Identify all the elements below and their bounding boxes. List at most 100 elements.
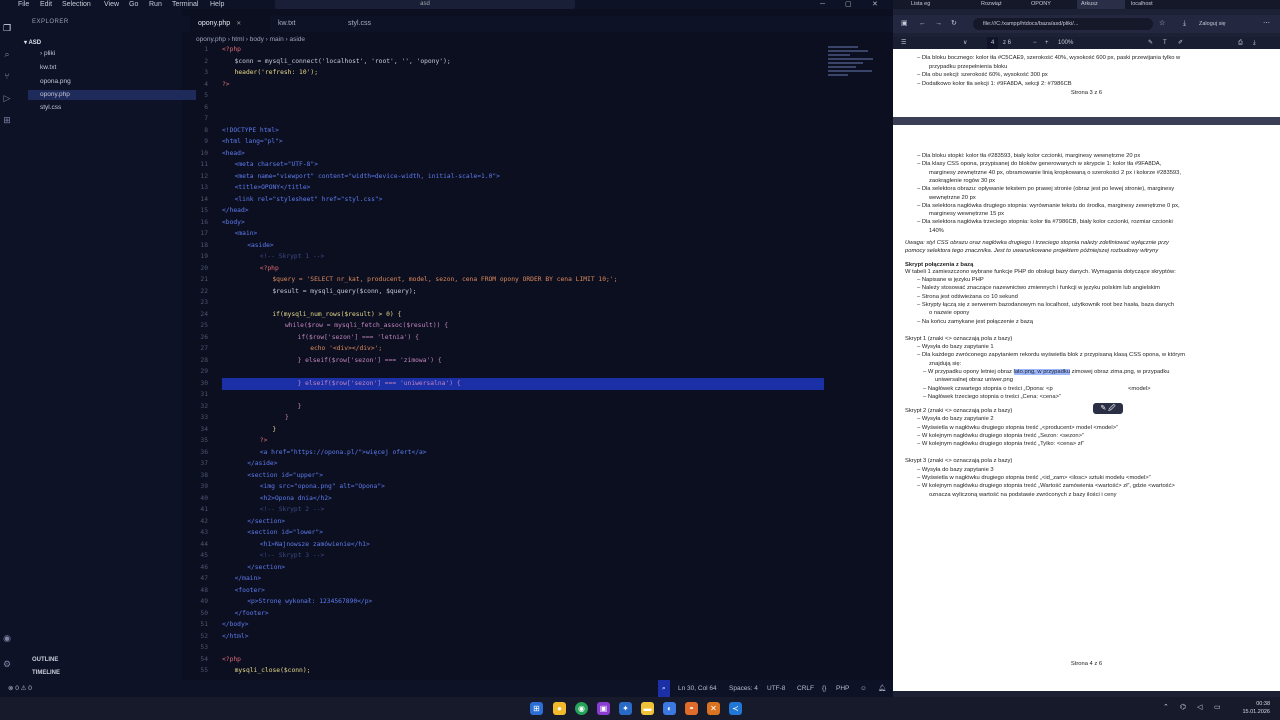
line-number: 11 — [200, 161, 208, 168]
menu-item-terminal[interactable]: Terminal — [172, 0, 198, 9]
activity-bar: ❐ ⌕ ⑂ ▷ ⊞ ◉ ⚙ — [0, 9, 14, 697]
network-icon[interactable]: ⌬ — [1180, 703, 1186, 711]
highlighted-text[interactable]: lato.png, w przypadku — [1013, 369, 1070, 375]
minimize-button[interactable]: ─ — [820, 0, 825, 9]
breadcrumb-item[interactable]: body — [250, 36, 264, 43]
windows-start-icon[interactable]: ⊞ — [530, 702, 543, 715]
menu-item-go[interactable]: Go — [129, 0, 138, 9]
save-icon[interactable]: ⤓ — [1253, 37, 1256, 49]
file-pliki[interactable]: › pliki — [40, 49, 180, 59]
gear-icon[interactable]: ⚙ — [2, 659, 12, 669]
breadcrumb-item[interactable]: aside — [290, 36, 306, 43]
eol-status[interactable]: CRLF — [797, 680, 814, 697]
login-button[interactable]: Zaloguj się — [1199, 18, 1226, 30]
extensions-icon[interactable]: ⊞ — [2, 115, 12, 125]
breadcrumb-item[interactable]: main — [270, 36, 284, 43]
star-icon[interactable]: ☆ — [1159, 18, 1165, 30]
indentation-status[interactable]: Spaces: 4 — [729, 680, 758, 697]
chevron-up-icon[interactable]: ⌃ — [1163, 703, 1169, 711]
browser-tab[interactable]: localhost — [1127, 0, 1175, 9]
close-button[interactable]: ✕ — [872, 0, 878, 9]
line-number: 9 — [204, 138, 208, 145]
volume-icon[interactable]: ◁ — [1197, 703, 1202, 711]
print-icon[interactable]: ⎙ — [1238, 37, 1243, 49]
code-line: </section> — [247, 563, 286, 571]
encoding-status[interactable]: UTF-8 — [767, 680, 785, 697]
clock[interactable]: 00:38 15.01.2026 — [1242, 700, 1270, 716]
teams-icon[interactable]: ▣ — [597, 702, 610, 715]
app-icon[interactable]: ✦ — [619, 702, 632, 715]
zoom-out-icon[interactable]: − — [1033, 37, 1037, 49]
chrome-icon[interactable]: ● — [553, 702, 566, 715]
battery-icon[interactable]: ▭ — [1214, 703, 1221, 711]
page-number-input[interactable]: 4 — [987, 37, 999, 49]
maximize-button[interactable]: ▢ — [845, 0, 852, 9]
tab-kw-txt[interactable]: kw.txt — [270, 16, 340, 32]
menu-item-help[interactable]: Help — [210, 0, 224, 9]
prev-page-icon[interactable]: ∨ — [963, 37, 967, 49]
file-kw-txt[interactable]: kw.txt — [40, 63, 180, 73]
search-icon[interactable]: ⌕ — [658, 680, 670, 697]
address-bar[interactable]: file:///C:/xampp/htdocs/baza/asd/pliki/.… — [973, 18, 1153, 30]
spotify-icon[interactable]: ◉ — [575, 702, 588, 715]
tab-opony-php[interactable]: opony.php ✕ — [190, 16, 270, 32]
account-icon[interactable]: ◉ — [2, 633, 12, 643]
code-line: while($row = mysqli_fetch_assoc($result)… — [285, 322, 449, 329]
feedback-icon[interactable]: ☺ — [860, 680, 867, 697]
menu-item-edit[interactable]: Edit — [40, 0, 52, 9]
cursor-position[interactable]: Ln 30, Col 64 — [678, 680, 717, 697]
breadcrumb-item[interactable]: opony.php — [196, 36, 226, 43]
firefox-icon[interactable]: ◓ — [685, 702, 698, 715]
text-icon[interactable]: T — [1163, 37, 1167, 49]
zoom-level[interactable]: 100% — [1058, 37, 1073, 49]
menu-item-file[interactable]: File — [18, 0, 29, 9]
code-editor[interactable]: 1 <?php 2 $conn = mysqli_connect('localhost… — [182, 44, 893, 680]
vscode-icon[interactable]: ≺ — [729, 702, 742, 715]
highlight-icon[interactable]: ✐ — [1178, 37, 1183, 49]
browser-tab[interactable]: Lista eg — [907, 0, 955, 9]
draw-icon[interactable]: ✎ — [1148, 37, 1153, 49]
pdf-page-4: – Dla bloku stopki: kolor tła #283593, b… — [893, 125, 1280, 691]
run-debug-icon[interactable]: ▷ — [2, 93, 12, 103]
browser-tab[interactable]: Arkusz — [1077, 0, 1125, 9]
menu-item-view[interactable]: View — [104, 0, 119, 9]
source-control-icon[interactable]: ⑂ — [2, 71, 12, 81]
minimap[interactable] — [828, 44, 878, 104]
file-opony-php[interactable]: opony.php — [28, 90, 196, 100]
zoom-in-icon[interactable]: + — [1045, 37, 1049, 49]
language-mode[interactable]: PHP — [836, 680, 849, 697]
menu-icon[interactable]: ⋯ — [1263, 18, 1270, 30]
timeline-section[interactable]: TIMELINE — [32, 670, 60, 676]
pdf-text-line: – W kolejnym nagłówku drugiego stopnia t… — [917, 432, 1084, 439]
file-styl-css[interactable]: styl.css — [40, 103, 180, 113]
file-opona-png[interactable]: opona.png — [40, 77, 180, 87]
close-icon[interactable]: ✕ — [236, 21, 241, 27]
browser-tab[interactable]: OPONY — [1027, 0, 1075, 9]
bell-icon[interactable]: 🔔︎ — [878, 680, 886, 697]
browser-tab[interactable]: Rozwiąż — [977, 0, 1025, 9]
outline-section[interactable]: OUTLINE — [32, 657, 58, 663]
tabs-icon[interactable]: ▣ — [901, 18, 908, 30]
download-icon[interactable]: ⤓ — [1183, 18, 1186, 30]
problems-status[interactable]: ⊗ 0 ⚠ 0 — [8, 680, 32, 697]
line-number: 38 — [200, 471, 208, 479]
menu-item-run[interactable]: Run — [149, 0, 162, 9]
folder-asd[interactable]: ▾ ASD — [24, 39, 41, 46]
command-center-search[interactable]: asd — [275, 0, 575, 9]
pdf-text-line: – Należy stosować znaczące nazewnictwo z… — [917, 285, 1160, 292]
explorer-icon[interactable]: ❐ — [2, 23, 12, 33]
search-icon[interactable]: ⌕ — [2, 49, 12, 59]
sidebar-toggle-icon[interactable]: ☰ — [901, 37, 906, 49]
pdf-text-line: zaokrąglenie rogów 30 px — [929, 177, 996, 184]
forward-icon[interactable]: → — [935, 18, 942, 30]
xampp-icon[interactable]: ✕ — [707, 702, 720, 715]
reload-icon[interactable]: ↻ — [951, 18, 957, 30]
edge-icon[interactable]: ◐ — [663, 702, 676, 715]
file-explorer-icon[interactable]: ▬ — [641, 702, 654, 715]
menu-item-selection[interactable]: Selection — [62, 0, 91, 9]
breadcrumb-item[interactable]: html — [232, 36, 244, 43]
annotation-popup[interactable]: ✎ 🖉 — [1093, 403, 1123, 414]
back-icon[interactable]: ← — [919, 18, 926, 30]
tab-styl-css[interactable]: styl.css — [340, 16, 410, 32]
line-number: 46 — [200, 563, 208, 571]
